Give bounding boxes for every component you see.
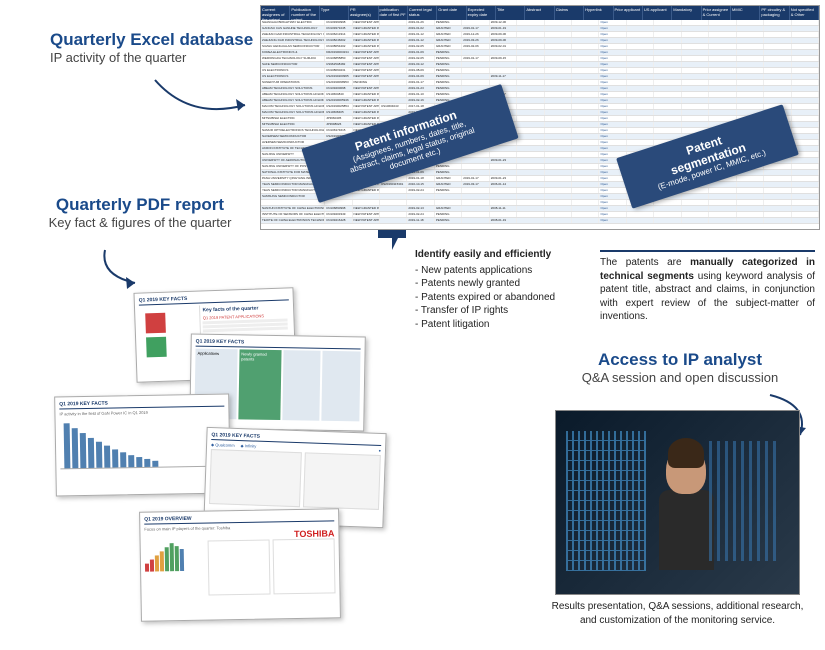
pdf-thumb-5: Q1 2019 OVERVIEW Focus on main IP player… [139,508,341,621]
section3-heading: Access to IP analyst [560,350,800,370]
sheet-header: Current assignees of the patent familyPu… [261,6,819,20]
section1-heading: Quarterly Excel database [50,30,253,50]
analyst-figure [651,446,721,586]
spreadsheet-thumbnail: Current assignees of the patent familyPu… [260,5,820,230]
arrow2 [95,245,155,290]
identify-block: Identify easily and efficiently - New pa… [415,248,585,331]
section3-block: Access to IP analyst Q&A session and ope… [560,350,800,385]
arrow-sheet-down [360,230,420,255]
arrow1 [150,75,260,125]
analyst-image [555,410,800,595]
section1-sub: IP activity of the quarter [50,50,253,65]
identify-title: Identify easily and efficiently [415,248,585,262]
section1-block: Quarterly Excel database IP activity of … [50,30,253,65]
section2-sub: Key fact & figures of the quarter [30,215,250,230]
analyst-caption: Results presentation, Q&A sessions, addi… [545,600,810,627]
section2-block: Quarterly PDF report Key fact & figures … [30,195,250,230]
segments-description: The patents are manually categorized in … [600,250,815,324]
section3-sub: Q&A session and open discussion [560,370,800,385]
section2-heading: Quarterly PDF report [30,195,250,215]
